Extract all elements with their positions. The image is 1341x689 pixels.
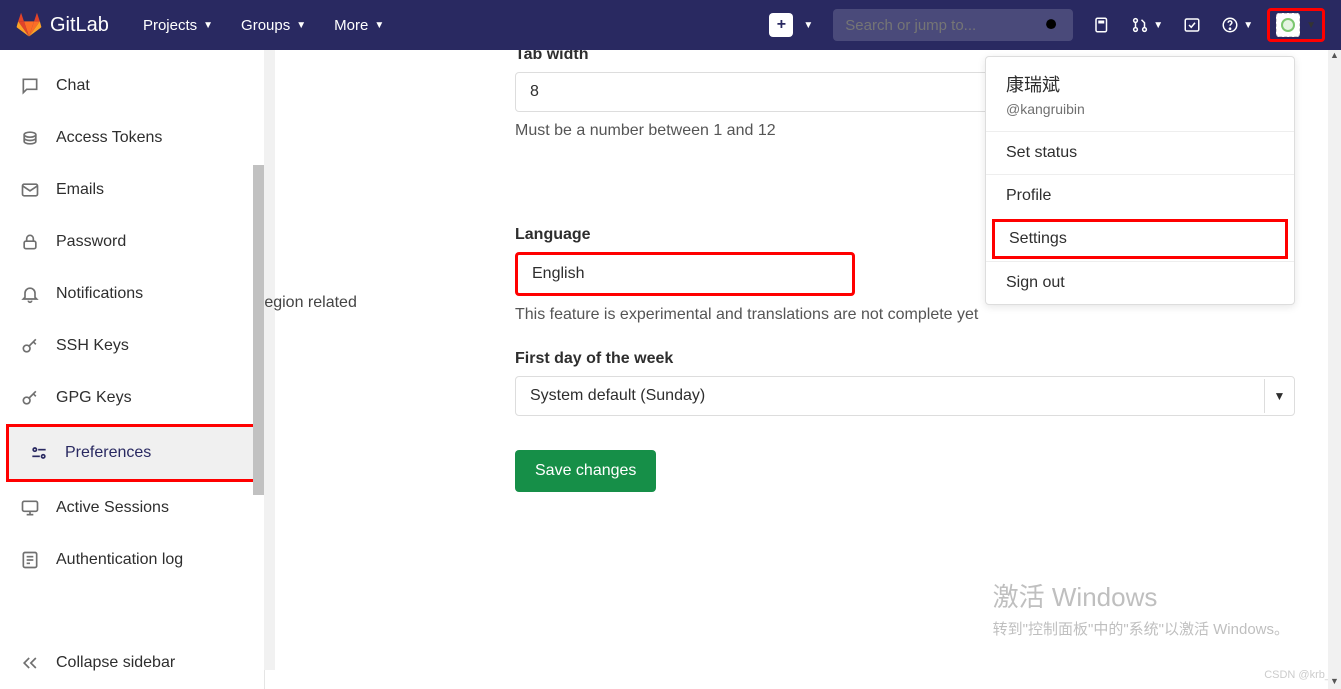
menu-profile[interactable]: Profile [986,175,1294,217]
search-icon [1044,17,1061,34]
chevron-down-icon: ▼ [1264,379,1294,413]
page-scrollbar[interactable]: ▲ ▼ [1328,50,1341,689]
monitor-icon [20,498,40,518]
section-label: region related [265,294,357,312]
menu-settings[interactable]: Settings [992,219,1288,259]
sidebar-item-password[interactable]: Password [0,216,264,268]
app-name: GitLab [50,14,109,37]
sidebar-item-active-sessions[interactable]: Active Sessions [0,482,264,534]
csdn-watermark: CSDN @krb_ [1264,669,1331,681]
key-icon [20,336,40,356]
sidebar-item-emails[interactable]: Emails [0,164,264,216]
key-icon [20,388,40,408]
chat-icon [20,76,40,96]
bell-icon [20,284,40,304]
save-changes-button[interactable]: Save changes [515,450,656,492]
nav-projects[interactable]: Projects▼ [129,9,227,42]
windows-watermark: 激活 Windows 转到"控制面板"中的"系统"以激活 Windows。 [993,577,1289,639]
new-menu[interactable]: +▼ [759,7,823,43]
issues-icon[interactable] [1083,10,1121,40]
scroll-down-icon[interactable]: ▼ [1328,676,1341,689]
chevron-down-icon: ▼ [803,20,813,31]
sidebar-item-notifications[interactable]: Notifications [0,268,264,320]
plus-icon: + [769,13,793,37]
user-name: 康瑞斌 [1006,71,1274,97]
chevron-down-icon: ▼ [296,20,306,31]
search-input[interactable] [845,17,1044,34]
user-info: 康瑞斌 @kangruibin [986,57,1294,132]
gitlab-icon [16,12,42,38]
nav-more[interactable]: More▼ [320,9,398,42]
lock-icon [20,232,40,252]
user-dropdown-menu: 康瑞斌 @kangruibin Set status Profile Setti… [985,56,1295,305]
chevron-down-icon: ▼ [1153,20,1163,31]
todos-icon[interactable] [1173,10,1211,40]
settings-sidebar: ▲ Chat Access Tokens Emails Password Not… [0,50,265,689]
sidebar-scroll-thumb[interactable] [253,165,264,495]
email-icon [20,180,40,200]
scroll-up-icon[interactable]: ▲ [1328,50,1341,63]
language-select[interactable]: English [515,252,855,296]
sidebar-item-preferences[interactable]: Preferences [6,424,258,482]
menu-set-status[interactable]: Set status [986,132,1294,175]
chevron-down-icon: ▼ [1243,20,1253,31]
language-hint: This feature is experimental and transla… [515,306,1301,324]
sidebar-item-ssh-keys[interactable]: SSH Keys [0,320,264,372]
user-handle: @kangruibin [1006,101,1274,117]
top-navbar: GitLab Projects▼ Groups▼ More▼ +▼ ▼ ▼ ▼ [0,0,1341,50]
nav-groups[interactable]: Groups▼ [227,9,320,42]
collapse-sidebar[interactable]: Collapse sidebar [0,637,264,689]
preferences-icon [29,443,49,463]
log-icon [20,550,40,570]
first-day-select[interactable]: System default (Sunday) ▼ [515,376,1295,416]
avatar-icon [1276,13,1300,37]
chevron-down-icon: ▼ [203,20,213,31]
sidebar-item-authentication-log[interactable]: Authentication log [0,534,264,586]
token-icon [20,128,40,148]
collapse-icon [20,653,40,673]
user-avatar-menu[interactable]: ▼ [1267,8,1325,42]
chevron-down-icon: ▼ [374,20,384,31]
chevron-down-icon: ▼ [1306,20,1316,31]
search-bar[interactable] [833,9,1073,41]
help-icon[interactable]: ▼ [1211,10,1263,40]
gitlab-logo[interactable]: GitLab [16,12,109,38]
merge-requests-icon[interactable]: ▼ [1121,10,1173,40]
sidebar-item-gpg-keys[interactable]: GPG Keys [0,372,264,424]
first-day-label: First day of the week [515,350,1301,368]
menu-sign-out[interactable]: Sign out [986,261,1294,304]
sidebar-item-access-tokens[interactable]: Access Tokens [0,112,264,164]
sidebar-item-chat[interactable]: Chat [0,60,264,112]
